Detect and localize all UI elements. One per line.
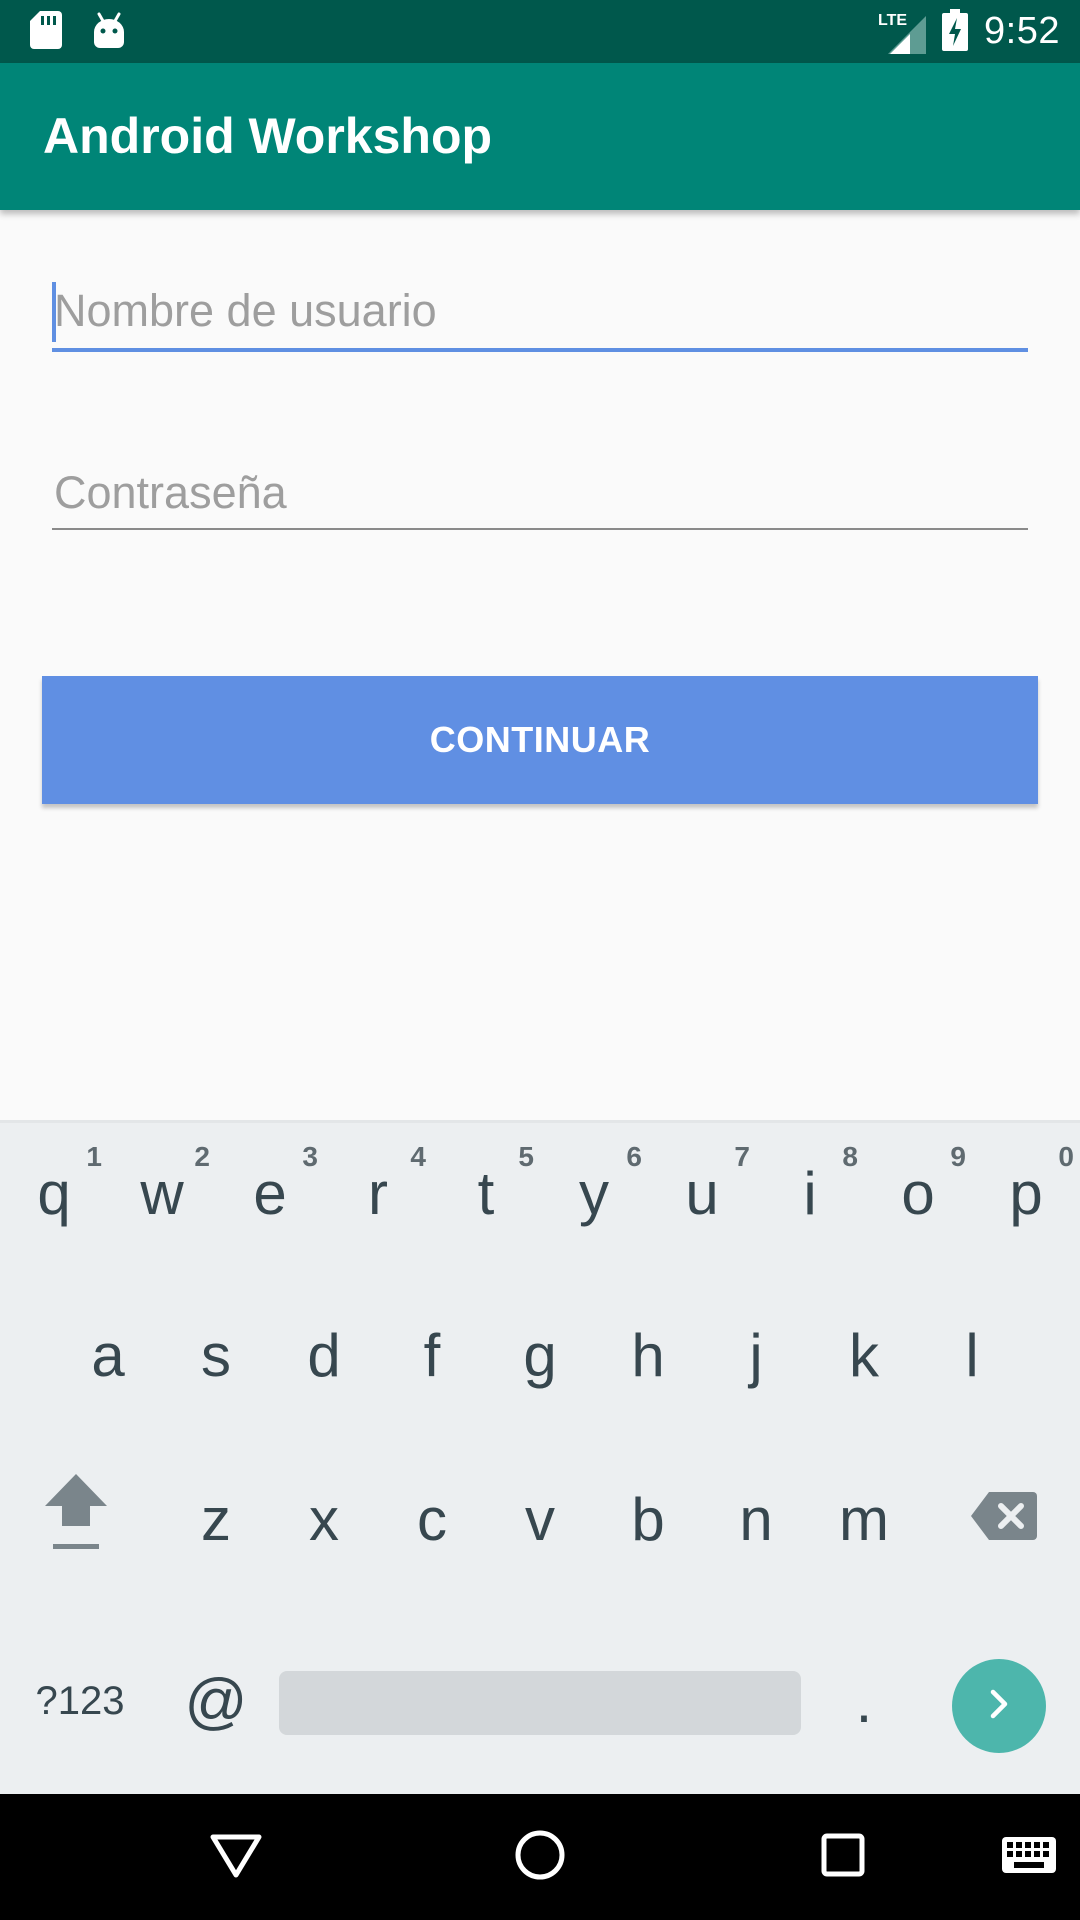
- keyboard-row-2: a s d f g h j k l: [0, 1285, 1080, 1425]
- shift-arrow-icon: [43, 1468, 109, 1570]
- continue-button[interactable]: CONTINUAR: [42, 676, 1038, 804]
- keyboard-switch-icon: [1002, 1837, 1056, 1877]
- soft-keyboard: q1 w2 e3 r4 t5 y6 u7 i8 o9 p0 a s d f g …: [0, 1120, 1080, 1797]
- back-button[interactable]: [203, 1824, 269, 1890]
- back-triangle-icon: [209, 1831, 263, 1883]
- key-o[interactable]: o9: [864, 1123, 972, 1263]
- status-bar: LTE 9:52: [0, 0, 1080, 63]
- enter-key[interactable]: [952, 1659, 1046, 1753]
- key-w[interactable]: w2: [108, 1123, 216, 1263]
- key-j[interactable]: j: [702, 1285, 810, 1425]
- period-key[interactable]: .: [810, 1631, 918, 1771]
- key-h[interactable]: h: [594, 1285, 702, 1425]
- key-e[interactable]: e3: [216, 1123, 324, 1263]
- key-f[interactable]: f: [378, 1285, 486, 1425]
- navigation-bar: [0, 1794, 1080, 1920]
- key-d[interactable]: d: [270, 1285, 378, 1425]
- username-underline: [52, 348, 1028, 352]
- key-u[interactable]: u7: [648, 1123, 756, 1263]
- clock: 9:52: [984, 10, 1060, 52]
- key-p[interactable]: p0: [972, 1123, 1080, 1263]
- home-circle-icon: [514, 1829, 566, 1885]
- key-s[interactable]: s: [162, 1285, 270, 1425]
- shift-key[interactable]: [6, 1449, 146, 1589]
- symbols-key[interactable]: ?123: [14, 1631, 146, 1771]
- username-field[interactable]: [52, 276, 1028, 352]
- keyboard-switch-button[interactable]: [996, 1824, 1062, 1890]
- key-m[interactable]: m: [810, 1449, 918, 1589]
- username-input[interactable]: [52, 276, 1028, 346]
- recents-button[interactable]: [810, 1824, 876, 1890]
- key-i[interactable]: i8: [756, 1123, 864, 1263]
- app-title: Android Workshop: [43, 108, 493, 164]
- battery-charging-icon: [942, 8, 969, 55]
- password-field[interactable]: [52, 458, 1028, 530]
- key-z[interactable]: z: [162, 1449, 270, 1589]
- app-bar: Android Workshop: [0, 63, 1080, 210]
- lte-signal-icon: LTE: [878, 10, 927, 54]
- chevron-right-icon: [984, 1687, 1014, 1725]
- recents-square-icon: [820, 1832, 866, 1882]
- space-bar[interactable]: [279, 1671, 801, 1735]
- key-v[interactable]: v: [486, 1449, 594, 1589]
- sd-card-icon: [30, 10, 62, 53]
- text-cursor: [52, 282, 56, 342]
- key-n[interactable]: n: [702, 1449, 810, 1589]
- password-underline: [52, 528, 1028, 530]
- key-a[interactable]: a: [54, 1285, 162, 1425]
- key-r[interactable]: r4: [324, 1123, 432, 1263]
- home-button[interactable]: [507, 1824, 573, 1890]
- at-key[interactable]: @: [162, 1631, 270, 1771]
- backspace-icon: [971, 1485, 1037, 1554]
- backspace-key[interactable]: [934, 1449, 1074, 1589]
- android-icon: [92, 12, 126, 52]
- key-l[interactable]: l: [918, 1285, 1026, 1425]
- password-input[interactable]: [52, 458, 1028, 528]
- key-k[interactable]: k: [810, 1285, 918, 1425]
- key-y[interactable]: y6: [540, 1123, 648, 1263]
- keyboard-row-1: q1 w2 e3 r4 t5 y6 u7 i8 o9 p0: [0, 1123, 1080, 1263]
- key-g[interactable]: g: [486, 1285, 594, 1425]
- key-x[interactable]: x: [270, 1449, 378, 1589]
- key-t[interactable]: t5: [432, 1123, 540, 1263]
- key-q[interactable]: q1: [0, 1123, 108, 1263]
- key-b[interactable]: b: [594, 1449, 702, 1589]
- keyboard-row-3: z x c v b n m: [0, 1449, 1080, 1589]
- key-c[interactable]: c: [378, 1449, 486, 1589]
